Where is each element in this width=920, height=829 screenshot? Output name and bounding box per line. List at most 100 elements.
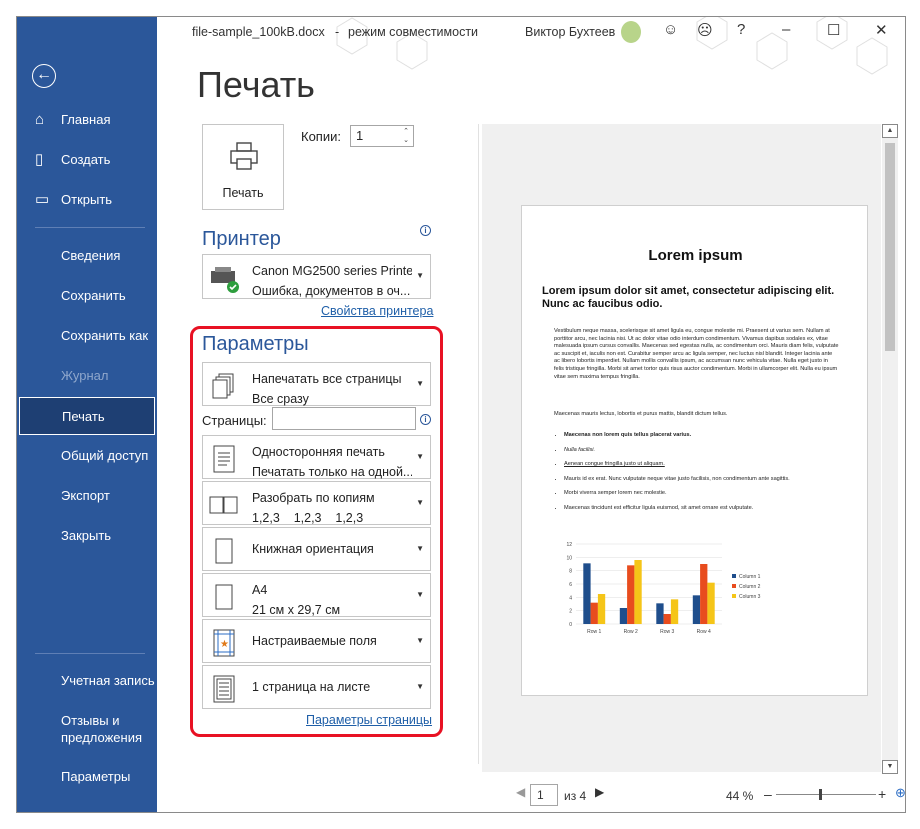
sidebar-item-label: Параметры [61,769,131,784]
frown-icon[interactable]: ☹ [697,21,713,39]
document-name: file-sample_100kB.docx [192,25,325,39]
sidebar-item-home[interactable]: ⌂ Главная [17,101,157,139]
scroll-down-icon[interactable]: ▼ [882,760,898,774]
chart-y-tick: 8 [569,569,572,575]
sidebar-item-label: Отзывы и [61,713,120,728]
sidebar-item-label: Общий доступ [61,448,149,463]
next-page-icon[interactable]: ▶ [595,785,604,799]
sidebar-item-info[interactable]: Сведения [17,237,157,275]
scroll-up-icon[interactable]: ▲ [882,124,898,138]
sidebar-item-label: Открыть [61,192,113,207]
sidebar-item-close[interactable]: Закрыть [17,517,157,555]
avatar[interactable] [621,21,641,43]
chart-legend-label: Column 1 [739,574,761,580]
maximize-icon[interactable]: ☐ [827,21,840,39]
chart-y-tick: 12 [566,542,572,548]
chart-legend-label: Column 3 [739,594,761,600]
chart-x-tick: Row 1 [587,629,601,635]
copies-spinner[interactable]: 1 ⌃ ⌄ [350,125,414,147]
preview-page: Lorem ipsum Lorem ipsum dolor sit amet, … [521,205,868,696]
sidebar-item-new[interactable]: ▯ Создать [17,141,157,179]
scroll-thumb[interactable] [885,143,895,351]
chart-legend-swatch [732,584,736,588]
spinner-arrows-icon[interactable]: ⌃ ⌄ [403,127,409,145]
printer-heading: Принтер [202,228,281,250]
copies-value: 1 [356,128,364,143]
doc-title: Lorem ipsum [648,247,743,264]
chart-x-tick: Row 2 [624,629,638,635]
chart-bar [619,608,628,624]
chart-legend-swatch [732,574,736,578]
chart-bar [590,602,598,624]
page-title: Печать [197,64,315,105]
doc-paragraph: Maecenas mauris lectus, lobortis et puru… [554,411,728,417]
list-item: Nulla facilisi. [564,447,844,455]
sidebar-item-label: Печать [62,409,105,424]
chart-x-tick: Row 4 [697,629,711,635]
sidebar-item-label: Главная [61,112,111,127]
page-number-input[interactable]: 1 [530,784,558,806]
info-icon[interactable]: i [420,225,431,236]
chart-bar [670,599,679,624]
vertical-scrollbar[interactable]: ▲ ▼ [882,124,898,774]
minimize-icon[interactable]: – [782,21,790,38]
sidebar-item-history: Журнал [17,357,157,395]
chart-y-tick: 10 [566,555,572,561]
list-item: Mauris id ex erat. Nunc vulputate neque … [564,476,844,484]
new-doc-icon: ▯ [35,151,44,168]
doc-bar-chart: 0 2 4 6 8 10 12 Row 1 Row 2 Row 3 Row 4 Column 1 Col… [566,542,761,635]
title-bar: file-sample_100kB.docx - режим совместим… [17,17,905,75]
printer-icon [230,142,258,170]
chart-bar [707,582,715,624]
screen: ← ⌂ Главная ▯ Создать ▭ Открыть Сведения Со… [0,0,920,829]
sidebar-item-open[interactable]: ▭ Открыть [17,181,157,219]
sidebar-item-label: Учетная запись [61,673,155,688]
sidebar-item-save-as[interactable]: Сохранить как [17,317,157,355]
chart-bar [597,594,606,624]
print-button-label: Печать [222,186,264,200]
zoom-slider-thumb[interactable] [819,789,822,800]
sidebar-divider [35,653,145,654]
chart-y-tick: 0 [569,622,572,628]
printer-name: Canon MG2500 series Printer [252,264,412,278]
chevron-down-icon: ▼ [416,271,424,280]
printer-properties-link[interactable]: Свойства принтера [321,304,433,318]
chart-bar [692,595,701,624]
highlight-frame [190,326,443,737]
prev-page-icon[interactable]: ◀ [516,785,525,799]
sidebar-item-label: Сохранить как [61,328,149,343]
sidebar-item-label: Создать [61,152,111,167]
title-separator: - [335,25,340,39]
smile-icon[interactable]: ☺ [663,21,678,38]
chart-y-tick: 6 [569,582,572,588]
help-icon[interactable]: ? [737,21,745,38]
sidebar-item-export[interactable]: Экспорт [17,477,157,515]
chart-bar [656,603,664,624]
printer-status: Ошибка, документов в оч... [252,284,411,298]
chart-legend-swatch [732,594,736,598]
print-button[interactable]: Печать [202,124,284,210]
zoom-level: 44 % [726,789,754,803]
sidebar-item-label: Журнал [61,368,109,383]
sidebar-item-save[interactable]: Сохранить [17,277,157,315]
list-item: Maecenas tincidunt est efficitur ligula … [564,505,844,513]
fit-page-icon[interactable]: ⊕ [895,785,906,801]
back-arrow-icon[interactable]: ← [32,64,56,88]
sidebar-item-label: Сохранить [61,288,126,303]
user-name[interactable]: Виктор Бухтеев [525,25,615,39]
chart-bar [700,564,708,624]
close-icon[interactable]: ✕ [875,21,888,39]
list-item: Aenean congue fringilla justo ut aliquam… [564,461,844,469]
sidebar-item-feedback[interactable]: Отзывы и предложения [17,702,157,746]
sidebar-item-print[interactable]: Печать [19,397,155,435]
zoom-out-icon[interactable]: – [764,786,772,802]
chart-y-tick: 4 [569,595,572,601]
printer-dropdown[interactable]: Canon MG2500 series Printer Ошибка, доку… [202,254,431,299]
sidebar-item-options[interactable]: Параметры [17,758,157,796]
backstage-sidebar: ← ⌂ Главная ▯ Создать ▭ Открыть Сведения Со… [17,17,157,812]
sidebar-item-account[interactable]: Учетная запись [17,662,157,700]
sidebar-item-share[interactable]: Общий доступ [17,437,157,475]
zoom-in-icon[interactable]: + [878,786,886,802]
zoom-slider-track[interactable] [776,794,876,795]
doc-bullet-list: Maecenas non lorem quis tellus placerat … [564,432,844,520]
